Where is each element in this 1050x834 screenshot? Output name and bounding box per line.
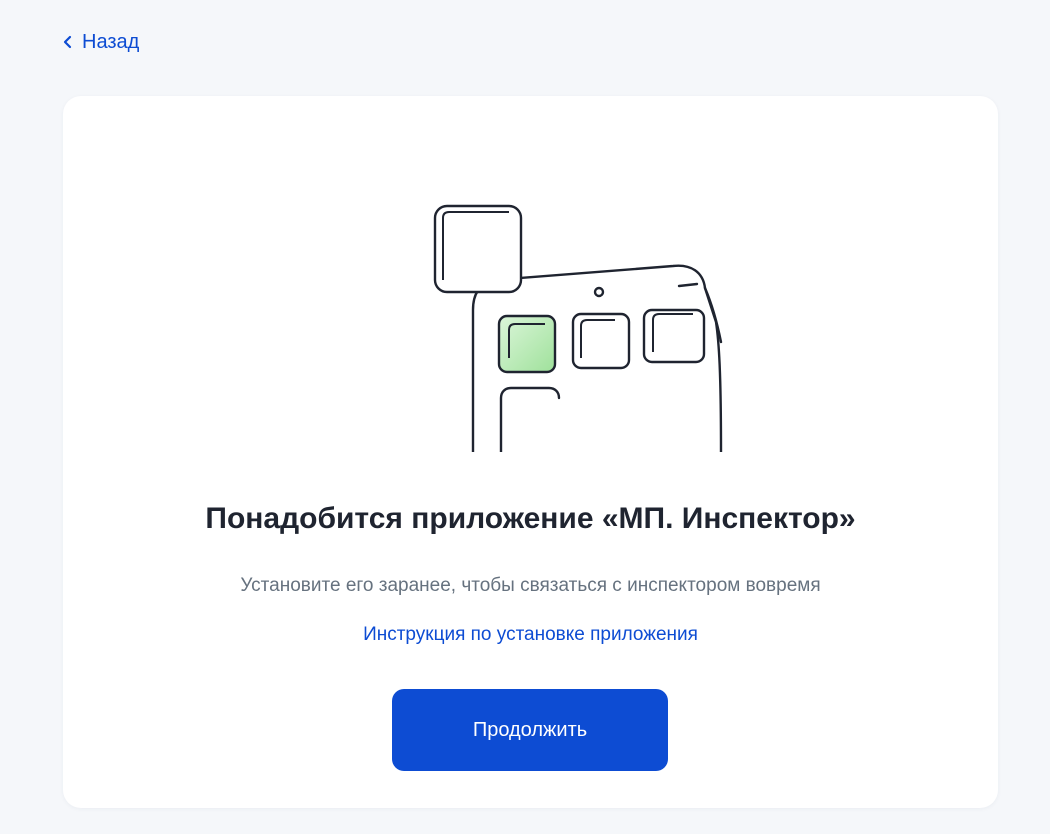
- page-title: Понадобится приложение «МП. Инспектор»: [205, 502, 856, 535]
- back-link[interactable]: Назад: [62, 28, 139, 56]
- continue-button[interactable]: Продолжить: [392, 689, 668, 771]
- chevron-left-icon: [63, 35, 72, 49]
- phone-app-illustration: [433, 204, 723, 452]
- content-card: Понадобится приложение «МП. Инспектор» У…: [63, 96, 998, 808]
- back-link-label: Назад: [82, 31, 140, 53]
- install-instructions-link[interactable]: Инструкция по установке приложения: [63, 622, 998, 648]
- page-subtitle: Установите его заранее, чтобы связаться …: [240, 575, 821, 596]
